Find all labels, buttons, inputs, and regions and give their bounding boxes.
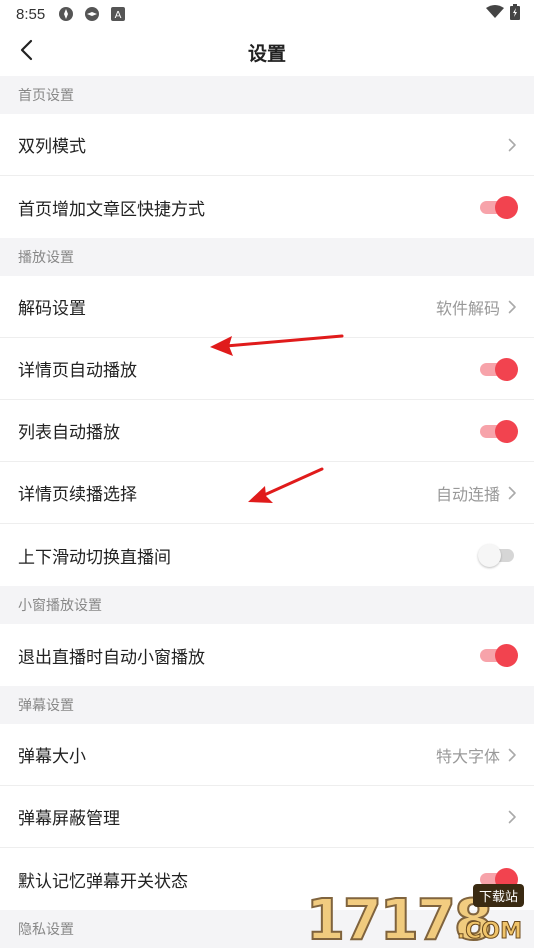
settings-row[interactable]: 解码设置 软件解码	[0, 276, 534, 338]
toggle-knob	[495, 419, 518, 443]
settings-row-label: 列表自动播放	[18, 423, 120, 443]
settings-row[interactable]: 详情页续播选择 自动连播	[0, 462, 534, 524]
app-icon-1	[57, 5, 75, 23]
font-a-icon: A	[109, 5, 127, 23]
chevron-left-icon	[19, 39, 33, 65]
battery-icon	[510, 4, 520, 24]
settings-row-label: 双列模式	[18, 137, 86, 157]
settings-row-label: 首页增加文章区快捷方式	[18, 199, 205, 220]
settings-row-label: 弹幕大小	[18, 747, 86, 767]
settings-row-label: 详情页自动播放	[18, 361, 137, 381]
settings-row[interactable]: 弹幕大小 特大字体	[0, 724, 534, 786]
chevron-right-icon	[506, 748, 518, 762]
section-header: 弹幕设置	[0, 686, 534, 724]
svg-text:A: A	[115, 10, 122, 21]
settings-row[interactable]: 详情页自动播放	[0, 338, 534, 400]
chevron-right-icon	[506, 300, 518, 314]
toggle-knob	[495, 196, 518, 219]
settings-row-label: 退出直播时自动小窗播放	[18, 647, 205, 668]
section-header: 小窗播放设置	[0, 586, 534, 624]
app-header: 设置	[0, 28, 534, 76]
chevron-right-icon	[506, 138, 518, 152]
toggle-switch[interactable]	[478, 357, 518, 381]
settings-row[interactable]: 弹幕屏蔽管理	[0, 786, 534, 848]
app-icon-2	[83, 5, 101, 23]
settings-row[interactable]: 退出直播时自动小窗播放	[0, 624, 534, 686]
page-title: 设置	[247, 42, 286, 65]
chevron-right-icon	[506, 810, 518, 824]
settings-row-value: 特大字体	[435, 746, 500, 766]
settings-row[interactable]: 列表自动播放	[0, 400, 534, 462]
chevron-right-icon	[506, 486, 518, 500]
toggle-switch[interactable]	[478, 419, 518, 443]
settings-list: 首页设置双列模式首页增加文章区快捷方式播放设置解码设置 软件解码详情页自动播放 列表…	[0, 76, 534, 948]
toggle-knob	[478, 544, 501, 567]
toggle-knob	[495, 357, 518, 381]
settings-row[interactable]: 双列模式	[0, 114, 534, 176]
settings-row[interactable]: 首页增加文章区快捷方式	[0, 176, 534, 238]
toggle-switch[interactable]	[478, 643, 518, 667]
settings-row-value: 软件解码	[435, 298, 500, 318]
settings-row-value: 自动连播	[435, 484, 500, 504]
toggle-knob	[495, 644, 518, 667]
settings-row-label: 上下滑动切换直播间	[18, 547, 171, 568]
settings-row-label: 弹幕屏蔽管理	[18, 809, 120, 829]
watermark: 17178 下载站 .COM	[304, 880, 534, 950]
settings-row-label: 详情页续播选择	[18, 485, 137, 505]
section-header: 首页设置	[0, 76, 534, 114]
back-button[interactable]	[10, 36, 42, 68]
settings-row[interactable]: 上下滑动切换直播间	[0, 524, 534, 586]
status-bar: 8:55 A	[0, 0, 534, 28]
watermark-suffix: .COM	[456, 919, 522, 945]
status-time: 8:55	[16, 5, 46, 23]
settings-row-label: 解码设置	[18, 299, 86, 319]
wifi-icon	[486, 5, 504, 23]
watermark-badge: 下载站	[472, 884, 524, 907]
toggle-switch[interactable]	[478, 195, 518, 219]
toggle-switch[interactable]	[478, 543, 518, 567]
section-header: 播放设置	[0, 238, 534, 276]
